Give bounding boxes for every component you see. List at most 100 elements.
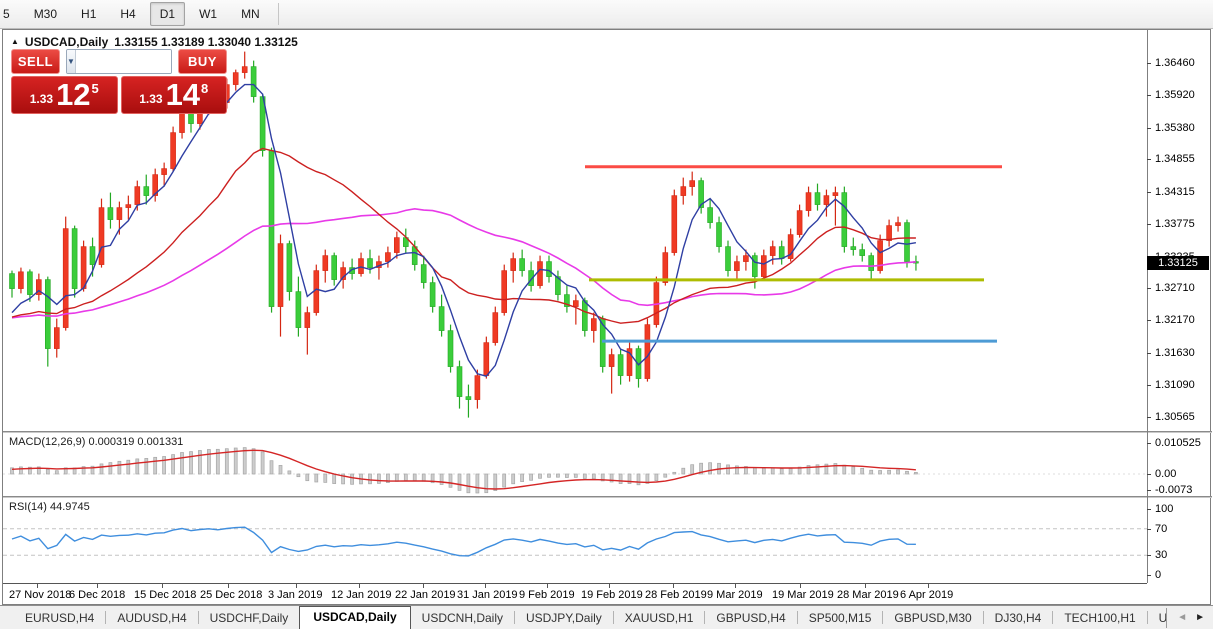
- timeframe-button-d1[interactable]: D1: [150, 2, 185, 26]
- timeframe-button-5[interactable]: 5: [0, 2, 20, 26]
- timeframe-button-h4[interactable]: H4: [110, 2, 145, 26]
- price-axis-label: 1.35920: [1155, 89, 1195, 101]
- time-axis-tick: [162, 584, 163, 588]
- price-axis-label: 1.32170: [1155, 314, 1195, 326]
- price-axis-label: 1.34855: [1155, 153, 1195, 165]
- time-axis-label: 6 Dec 2018: [69, 589, 125, 601]
- time-axis-label: 6 Apr 2019: [900, 589, 953, 601]
- time-axis-label: 19 Feb 2019: [581, 589, 643, 601]
- macd-axis-label: 0.00: [1155, 468, 1176, 480]
- macd-axis-tick: [1147, 443, 1151, 444]
- chart-ohlc-header: ▲ USDCAD,Daily 1.33155 1.33189 1.33040 1…: [11, 35, 298, 49]
- timeframe-button-m30[interactable]: M30: [24, 2, 67, 26]
- buy-price-pips: 14: [166, 78, 200, 112]
- sell-button[interactable]: SELL: [11, 49, 60, 74]
- rsi-axis-label: 100: [1155, 503, 1173, 515]
- sell-price-pips: 12: [56, 78, 90, 112]
- time-axis-tick: [423, 584, 424, 588]
- chart-tab-usdcad-daily[interactable]: USDCAD,Daily: [299, 606, 410, 629]
- macd-label: MACD(12,26,9) 0.000319 0.001331: [9, 436, 183, 448]
- chart-symbol-label: USDCAD,Daily: [25, 35, 108, 49]
- sell-price-prefix: 1.33: [30, 92, 53, 106]
- chart-ohlc-values: 1.33155 1.33189 1.33040 1.33125: [114, 35, 298, 49]
- symbol-tab-bar: EURUSD,H4AUDUSD,H4USDCHF,DailyUSDCAD,Dai…: [0, 605, 1213, 629]
- rsi-label: RSI(14) 44.9745: [9, 501, 90, 513]
- tab-scroll-left-icon[interactable]: ◄: [1177, 610, 1187, 626]
- price-axis-label: 1.31630: [1155, 347, 1195, 359]
- chart-tab-usdcnh-daily[interactable]: USDCNH,Daily: [411, 608, 514, 629]
- rsi-axis-tick: [1147, 575, 1151, 576]
- chart-tab-audusd-h4[interactable]: AUDUSD,H4: [106, 608, 197, 629]
- rsi-axis-tick: [1147, 555, 1151, 556]
- macd-axis-label: -0.0073: [1155, 484, 1192, 496]
- price-axis-tick: [1147, 192, 1151, 193]
- price-axis-label: 1.32710: [1155, 282, 1195, 294]
- collapse-triangle-icon[interactable]: ▲: [11, 37, 19, 46]
- rsi-axis-label: 70: [1155, 523, 1167, 535]
- time-axis-label: 15 Dec 2018: [134, 589, 196, 601]
- time-axis-tick: [800, 584, 801, 588]
- price-axis-label: 1.34315: [1155, 186, 1195, 198]
- chart-tab-usdjpy-daily[interactable]: USDJPY,Daily: [515, 608, 613, 629]
- tab-scroll-arrows: ◄ ►: [1166, 608, 1211, 628]
- time-axis-label: 19 Mar 2019: [772, 589, 834, 601]
- time-axis-label: 27 Nov 2018: [9, 589, 71, 601]
- time-axis-tick: [228, 584, 229, 588]
- time-axis-label: 22 Jan 2019: [395, 589, 456, 601]
- chart-tab-xauusd-h1[interactable]: XAUUSD,H1: [614, 608, 705, 629]
- price-axis-tick: [1147, 128, 1151, 129]
- time-axis-label: 25 Dec 2018: [200, 589, 262, 601]
- tab-scroll-right-icon[interactable]: ►: [1195, 610, 1205, 626]
- toolbar-separator: [278, 3, 279, 25]
- time-axis-tick: [865, 584, 866, 588]
- price-axis-tick: [1147, 320, 1151, 321]
- time-axis-label: 28 Feb 2019: [645, 589, 707, 601]
- volume-spinner: ▼ ▲: [66, 49, 172, 74]
- price-axis-tick: [1147, 63, 1151, 64]
- rsi-axis: 10070300: [1147, 498, 1212, 583]
- sell-price-point: 5: [92, 81, 99, 96]
- time-axis-tick: [735, 584, 736, 588]
- price-axis-tick: [1147, 385, 1151, 386]
- chart-tab-tech100-h1[interactable]: TECH100,H1: [1053, 608, 1146, 629]
- price-axis-tick: [1147, 353, 1151, 354]
- buy-price-button[interactable]: 1.33 14 8: [121, 76, 228, 114]
- sell-price-button[interactable]: 1.33 12 5: [11, 76, 118, 114]
- buy-price-point: 8: [201, 81, 208, 96]
- timeframe-button-w1[interactable]: W1: [189, 2, 227, 26]
- chart-tab-gbpusd-h4[interactable]: GBPUSD,H4: [705, 608, 796, 629]
- one-click-trading-panel: SELL ▼ ▲ BUY 1.33 12 5 1.33 14 8: [11, 49, 227, 114]
- time-axis-label: 9 Mar 2019: [707, 589, 763, 601]
- buy-price-prefix: 1.33: [139, 92, 162, 106]
- time-axis-tick: [547, 584, 548, 588]
- rsi-axis-tick: [1147, 509, 1151, 510]
- volume-input[interactable]: [76, 50, 172, 73]
- chart-window: ▲ USDCAD,Daily 1.33155 1.33189 1.33040 1…: [2, 29, 1211, 605]
- time-axis-label: 3 Jan 2019: [268, 589, 322, 601]
- price-axis[interactable]: 1.364601.359201.353801.348551.343151.337…: [1147, 30, 1212, 431]
- time-axis-tick: [37, 584, 38, 588]
- rsi-axis-label: 30: [1155, 549, 1167, 561]
- timeframe-button-h1[interactable]: H1: [71, 2, 106, 26]
- price-axis-tick: [1147, 95, 1151, 96]
- time-axis-tick: [673, 584, 674, 588]
- timeframe-button-mn[interactable]: MN: [231, 2, 270, 26]
- buy-button[interactable]: BUY: [178, 49, 227, 74]
- time-axis[interactable]: 27 Nov 20186 Dec 2018 15 Dec 2018 25 Dec 2…: [3, 583, 1147, 604]
- timeframe-toolbar: 5M30H1H4D1W1MN: [0, 0, 1213, 29]
- chart-tab-usdchf-daily[interactable]: USDCHF,Daily: [199, 608, 300, 629]
- time-axis-tick: [928, 584, 929, 588]
- price-axis-label: 1.33775: [1155, 218, 1195, 230]
- chart-tab-eurusd-h4[interactable]: EURUSD,H4: [14, 608, 105, 629]
- chart-tab-gbpusd-m30[interactable]: GBPUSD,M30: [883, 608, 982, 629]
- price-axis-label: 1.31090: [1155, 379, 1195, 391]
- price-axis-tick: [1147, 159, 1151, 160]
- rsi-chart[interactable]: [3, 498, 1147, 583]
- macd-axis-tick: [1147, 474, 1151, 475]
- time-axis-label: 12 Jan 2019: [331, 589, 392, 601]
- time-axis-label: 28 Mar 2019: [837, 589, 899, 601]
- volume-decrease-button[interactable]: ▼: [67, 50, 76, 73]
- chart-tab-dj30-h4[interactable]: DJ30,H4: [984, 608, 1053, 629]
- chart-tab-sp500-m15[interactable]: SP500,M15: [798, 608, 883, 629]
- time-axis-tick: [485, 584, 486, 588]
